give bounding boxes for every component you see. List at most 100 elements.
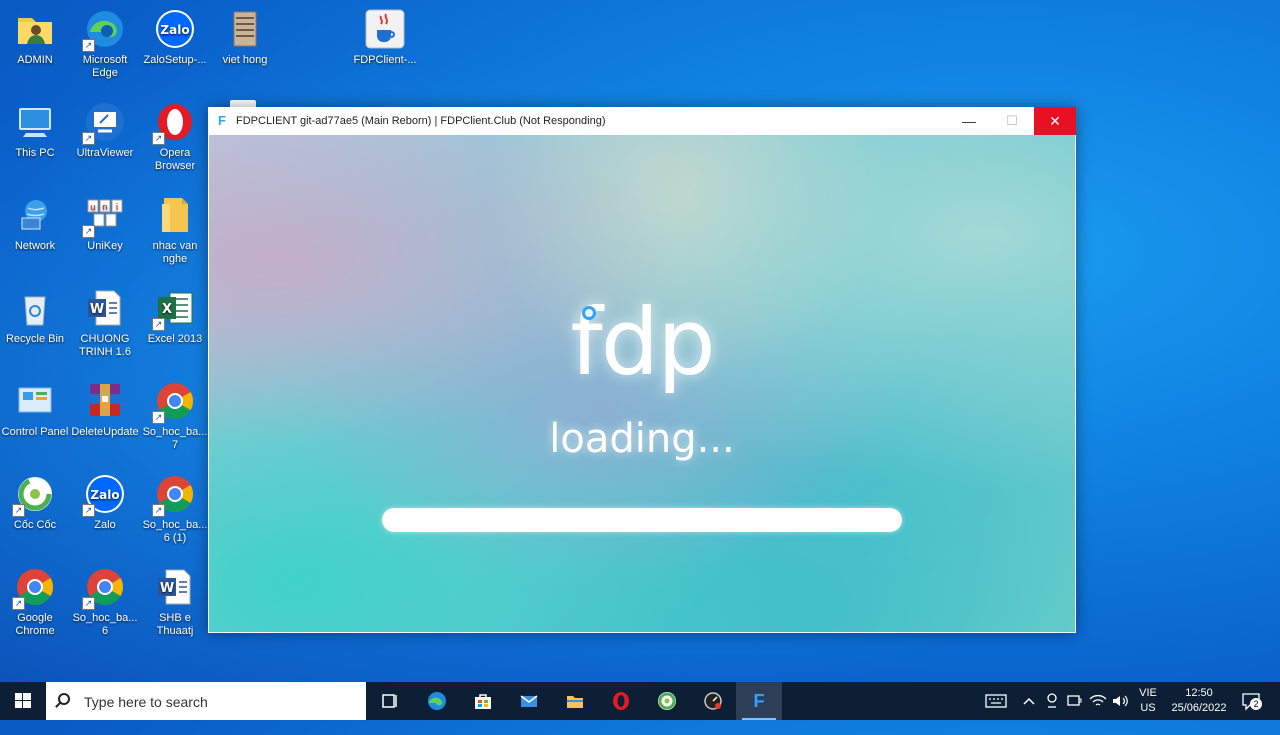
desktop-icon-deleteupdate[interactable]: DeleteUpdate [69,376,141,466]
desktop-icon-microsoft-edge[interactable]: ↗ Microsoft Edge [69,4,141,94]
language-code: VIE [1139,687,1157,699]
taskbar-file-explorer[interactable] [552,682,598,720]
desktop-icon-excel-2013[interactable]: X ↗ Excel 2013 [139,283,211,373]
folder-icon [567,696,583,708]
loading-progress-bar [382,508,902,532]
excel-icon: X ↗ [152,287,196,331]
shortcut-arrow-icon: ↗ [152,132,165,145]
desktop-icon-so-hoc-ba-6-1[interactable]: ↗ So_hoc_ba... 6 (1) [139,469,211,559]
desktop-icon-label: Recycle Bin [5,333,65,345]
window-title: FDPCLIENT git-ad77ae5 (Main Reborn) | FD… [236,115,606,127]
taskbar-clock[interactable]: 12:50 25/06/2022 [1166,686,1232,716]
taskbar-opera[interactable] [598,682,644,720]
network-icon [14,194,56,236]
desktop-icon-label: ADMIN [17,54,53,66]
chrome-icon: ↗ [12,566,56,610]
touch-keyboard-button[interactable] [982,682,1010,720]
fdp-app-icon: F [753,691,765,711]
taskbar-store[interactable] [460,682,506,720]
desktop-icon-label: UniKey [87,240,123,252]
gauge-app-icon [704,692,722,710]
svg-text:W: W [90,302,104,317]
start-button[interactable] [0,682,46,720]
desktop-icon-zalo[interactable]: Zalo ↗ Zalo [69,469,141,559]
shortcut-arrow-icon: ↗ [82,597,95,610]
tray-volume[interactable] [1109,682,1131,720]
zalo-icon: Zalo ↗ [82,473,126,517]
shortcut-arrow-icon: ↗ [82,504,95,517]
window-titlebar[interactable]: F FDPCLIENT git-ad77ae5 (Main Reborn) | … [208,107,1076,135]
taskbar-search-box[interactable] [46,682,366,720]
taskbar: F VIE US 12:50 25/06/2022 2 [0,682,1280,720]
desktop-icon-chuong-trinh[interactable]: W CHUONG TRINH 1.6 [69,283,141,373]
search-input[interactable] [82,691,356,713]
desktop-icon-label: Opera Browser [154,147,196,172]
fdp-logo: fdp [570,289,715,396]
tray-battery[interactable] [1064,682,1084,720]
desktop-icon-coc-coc[interactable]: ↗ Cốc Cốc [0,469,71,559]
desktop-icon-unikey[interactable]: uni ↗ UniKey [69,190,141,280]
desktop-icon-recycle-bin[interactable]: Recycle Bin [0,283,71,373]
taskbar-app-gauge[interactable] [690,682,736,720]
notification-count-badge: 2 [1250,698,1262,710]
desktop-icon-viet-hong[interactable]: viet hong [209,4,281,94]
store-icon [475,694,491,709]
opera-icon [613,692,629,710]
ultraviewer-icon: ↗ [82,101,126,145]
desktop-icon-fdpclient[interactable]: FDPClient-... [349,4,421,94]
desktop-icon-zalosetup[interactable]: Zalo ZaloSetup-... [139,4,211,94]
folder-icon [154,194,196,236]
tray-meet-now[interactable] [1042,682,1062,720]
shortcut-arrow-icon: ↗ [152,318,165,331]
desktop-icon-label: UltraViewer [76,147,134,159]
desktop-icon-label: Excel 2013 [147,333,203,345]
close-button[interactable]: ✕ [1034,107,1076,135]
speaker-icon [1113,695,1128,707]
desktop-icon-this-pc[interactable]: This PC [0,97,71,187]
shortcut-arrow-icon: ↗ [12,504,25,517]
webcam-icon [1047,693,1057,708]
desktop-icon-label: Microsoft Edge [82,54,128,79]
taskbar-coc-coc[interactable] [644,682,690,720]
desktop-icon-label: Cốc Cốc [13,519,57,531]
minimize-button[interactable]: — [948,107,990,135]
windows-logo-icon [15,693,31,708]
input-language-indicator[interactable]: VIE US [1136,686,1160,716]
desktop-icon-label: ZaloSetup-... [143,54,207,66]
desktop-icon-so-hoc-ba-6[interactable]: ↗ So_hoc_ba... 6 [69,562,141,652]
desktop-icon-nhac-van-nghe[interactable]: nhac van nghe [139,190,211,280]
desktop-icon-opera-browser[interactable]: ↗ Opera Browser [139,97,211,187]
desktop-icon-label: CHUONG TRINH 1.6 [79,333,131,358]
chrome-icon: ↗ [152,473,196,517]
word-document-icon: W [84,287,126,329]
opera-icon: ↗ [152,101,196,145]
maximize-button[interactable]: ☐ [991,107,1033,135]
chevron-up-icon [1023,697,1035,705]
chrome-icon: ↗ [82,566,126,610]
edge-icon [428,692,446,710]
desktop-icon-ultraviewer[interactable]: ↗ UltraViewer [69,97,141,187]
shortcut-arrow-icon: ↗ [152,504,165,517]
svg-text:W: W [160,581,174,596]
desktop-icon-label: So_hoc_ba... 6 (1) [142,519,208,544]
svg-text:X: X [162,302,172,317]
desktop-icon-network[interactable]: Network [0,190,71,280]
desktop-icon-google-chrome[interactable]: ↗ Google Chrome [0,562,71,652]
wifi-icon [1089,694,1107,706]
desktop-icon-shb-e-thuaatj[interactable]: W SHB e Thuaatj [139,562,211,652]
desktop-icon-label: DeleteUpdate [71,426,139,438]
keyboard-icon [985,694,1007,708]
desktop-icon-so-hoc-ba-7[interactable]: ↗ So_hoc_ba... 7 [139,376,211,466]
loading-text: loading... [549,416,735,462]
show-hidden-icons-button[interactable] [1018,682,1040,720]
tray-network[interactable] [1087,682,1109,720]
recycle-bin-icon [14,287,56,329]
taskbar-edge[interactable] [414,682,460,720]
taskbar-fdpclient[interactable]: F [736,682,782,720]
svg-text:Zalo: Zalo [90,488,119,502]
desktop-icon-admin[interactable]: ADMIN [0,4,71,94]
desktop-icon-control-panel[interactable]: Control Panel [0,376,71,466]
task-view-button[interactable] [367,682,413,720]
fdp-app-icon: F [218,113,226,128]
taskbar-mail[interactable] [506,682,552,720]
